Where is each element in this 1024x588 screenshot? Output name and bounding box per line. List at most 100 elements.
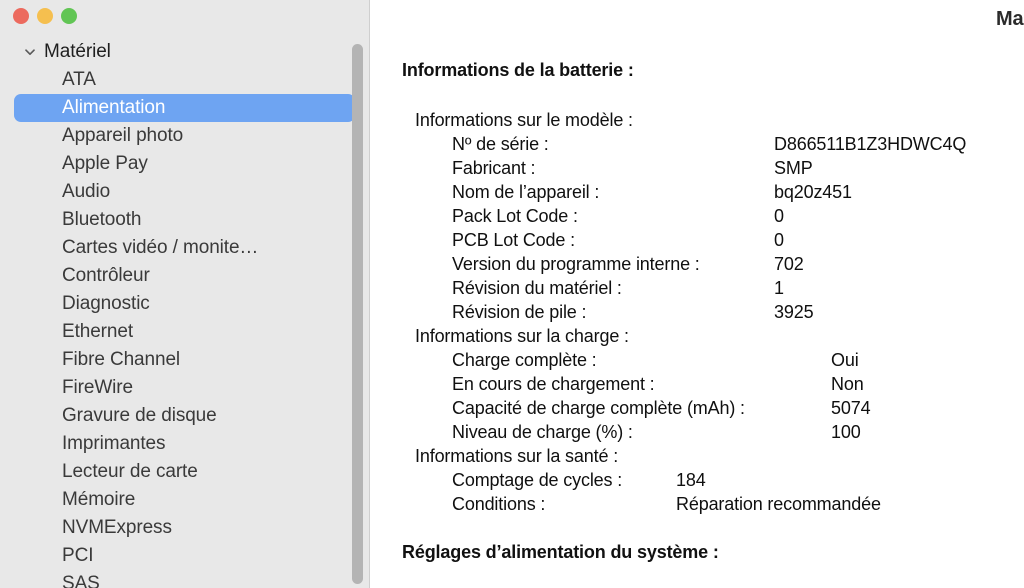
row-label: Niveau de charge (%) :: [452, 422, 633, 442]
system-information-window: Matériel ATA Alimentation Appareil photo…: [0, 0, 1024, 588]
sidebar-item-label: Cartes vidéo / monite…: [62, 237, 259, 258]
row-cycle-count: Comptage de cycles : 184: [402, 468, 1024, 492]
sidebar-item-controleur[interactable]: Contrôleur: [14, 262, 355, 290]
row-value: 184: [676, 470, 706, 490]
row-label: Comptage de cycles :: [452, 470, 623, 490]
row-full-charge-capacity: Capacité de charge complète (mAh) : 5074: [402, 396, 1024, 420]
sidebar-item-apple-pay[interactable]: Apple Pay: [14, 150, 355, 178]
health-group-heading: Informations sur la santé :: [415, 446, 619, 466]
sidebar-item-memoire[interactable]: Mémoire: [14, 486, 355, 514]
sidebar-item-ata[interactable]: ATA: [14, 66, 355, 94]
sidebar-scrollbar[interactable]: [352, 38, 363, 588]
chevron-down-icon[interactable]: [22, 44, 38, 60]
content-pane: Ma Informations de la batterie : Informa…: [370, 0, 1024, 588]
sidebar-item-bluetooth[interactable]: Bluetooth: [14, 206, 355, 234]
row-value: 1: [774, 278, 784, 298]
sidebar-item-fibre-channel[interactable]: Fibre Channel: [14, 346, 355, 374]
health-information-group: Informations sur la santé : Comptage de …: [402, 444, 1024, 516]
row-label: Fabricant :: [452, 158, 536, 178]
row-label: Charge complète :: [452, 350, 597, 370]
close-button[interactable]: [13, 8, 29, 24]
sidebar-source-list: Matériel ATA Alimentation Appareil photo…: [0, 38, 369, 588]
row-label: Nº de série :: [452, 134, 549, 154]
maximize-button[interactable]: [61, 8, 77, 24]
sidebar-item-label: Bluetooth: [62, 209, 142, 230]
row-label: En cours de chargement :: [452, 374, 655, 394]
row-value: 100: [831, 422, 861, 442]
model-information-group: Informations sur le modèle : Nº de série…: [402, 108, 1024, 324]
charge-information-group: Informations sur la charge : Charge comp…: [402, 324, 1024, 444]
sidebar-item-label: Appareil photo: [62, 125, 184, 146]
sidebar-item-label: SAS: [62, 573, 100, 588]
row-value: 5074: [831, 398, 871, 418]
sidebar-item-gravure-de-disque[interactable]: Gravure de disque: [14, 402, 355, 430]
row-firmware-version: Version du programme interne : 702: [402, 252, 1024, 276]
sidebar-item-firewire[interactable]: FireWire: [14, 374, 355, 402]
row-label: Version du programme interne :: [452, 254, 700, 274]
sidebar-item-label: NVMExpress: [62, 517, 172, 538]
row-pack-lot-code: Pack Lot Code : 0: [402, 204, 1024, 228]
sidebar-item-lecteur-de-carte[interactable]: Lecteur de carte: [14, 458, 355, 486]
charge-group-heading: Informations sur la charge :: [415, 326, 629, 346]
sidebar-item-label: Ethernet: [62, 321, 134, 342]
row-value: 0: [774, 230, 784, 250]
battery-section-heading: Informations de la batterie :: [402, 60, 634, 80]
minimize-button[interactable]: [37, 8, 53, 24]
sidebar-item-nvmexpress[interactable]: NVMExpress: [14, 514, 355, 542]
sidebar-item-cartes-video[interactable]: Cartes vidéo / monite…: [14, 234, 355, 262]
row-label: Conditions :: [452, 494, 546, 514]
sidebar-scrollbar-thumb[interactable]: [352, 44, 363, 584]
sidebar-item-label: Fibre Channel: [62, 349, 181, 370]
sidebar-item-alimentation[interactable]: Alimentation: [14, 94, 355, 122]
sidebar-item-label: Lecteur de carte: [62, 461, 198, 482]
row-label: Révision du matériel :: [452, 278, 622, 298]
row-value: bq20z451: [774, 182, 852, 202]
row-pcb-lot-code: PCB Lot Code : 0: [402, 228, 1024, 252]
sidebar-item-imprimantes[interactable]: Imprimantes: [14, 430, 355, 458]
sidebar-item-label: Contrôleur: [62, 265, 150, 286]
row-value: 3925: [774, 302, 814, 322]
sidebar-item-label: Diagnostic: [62, 293, 150, 314]
sidebar-item-label: Alimentation: [62, 97, 166, 118]
row-manufacturer: Fabricant : SMP: [402, 156, 1024, 180]
sidebar-item-label: FireWire: [62, 377, 133, 398]
sidebar-item-pci[interactable]: PCI: [14, 542, 355, 570]
sidebar-item-label: Apple Pay: [62, 153, 148, 174]
row-device-name: Nom de l’appareil : bq20z451: [402, 180, 1024, 204]
battery-report: Informations de la batterie : Informatio…: [402, 58, 1024, 588]
row-value: SMP: [774, 158, 813, 178]
row-value: D866511B1Z3HDWC4Q: [774, 134, 967, 154]
sidebar: Matériel ATA Alimentation Appareil photo…: [0, 0, 370, 588]
sidebar-item-audio[interactable]: Audio: [14, 178, 355, 206]
sidebar-item-label: PCI: [62, 545, 94, 566]
sidebar-item-diagnostic[interactable]: Diagnostic: [14, 290, 355, 318]
sidebar-item-sas[interactable]: SAS: [14, 570, 355, 588]
row-cell-revision: Révision de pile : 3925: [402, 300, 1024, 324]
sidebar-item-label: Mémoire: [62, 489, 136, 510]
sidebar-group-materiel[interactable]: Matériel: [0, 38, 369, 66]
sidebar-item-label: Gravure de disque: [62, 405, 217, 426]
row-value: Non: [831, 374, 864, 394]
sidebar-item-appareil-photo[interactable]: Appareil photo: [14, 122, 355, 150]
row-value: 0: [774, 206, 784, 226]
sidebar-item-label: Audio: [62, 181, 111, 202]
window-controls: [13, 8, 77, 24]
row-condition: Conditions : Réparation recommandée: [402, 492, 1024, 516]
sidebar-group-label: Matériel: [44, 41, 111, 62]
status-badge: Réparation recommandée: [676, 494, 881, 514]
row-value: 702: [774, 254, 804, 274]
sidebar-item-label: ATA: [62, 69, 96, 90]
sidebar-item-label: Imprimantes: [62, 433, 166, 454]
row-charging: En cours de chargement : Non: [402, 372, 1024, 396]
row-label: PCB Lot Code :: [452, 230, 575, 250]
row-hardware-revision: Révision du matériel : 1: [402, 276, 1024, 300]
row-label: Révision de pile :: [452, 302, 587, 322]
row-label: Nom de l’appareil :: [452, 182, 600, 202]
sidebar-item-ethernet[interactable]: Ethernet: [14, 318, 355, 346]
row-label: Capacité de charge complète (mAh) :: [452, 398, 745, 418]
row-charge-level: Niveau de charge (%) : 100: [402, 420, 1024, 444]
model-group-heading: Informations sur le modèle :: [415, 110, 633, 130]
page-title: Ma: [996, 8, 1024, 30]
row-label: Pack Lot Code :: [452, 206, 578, 226]
